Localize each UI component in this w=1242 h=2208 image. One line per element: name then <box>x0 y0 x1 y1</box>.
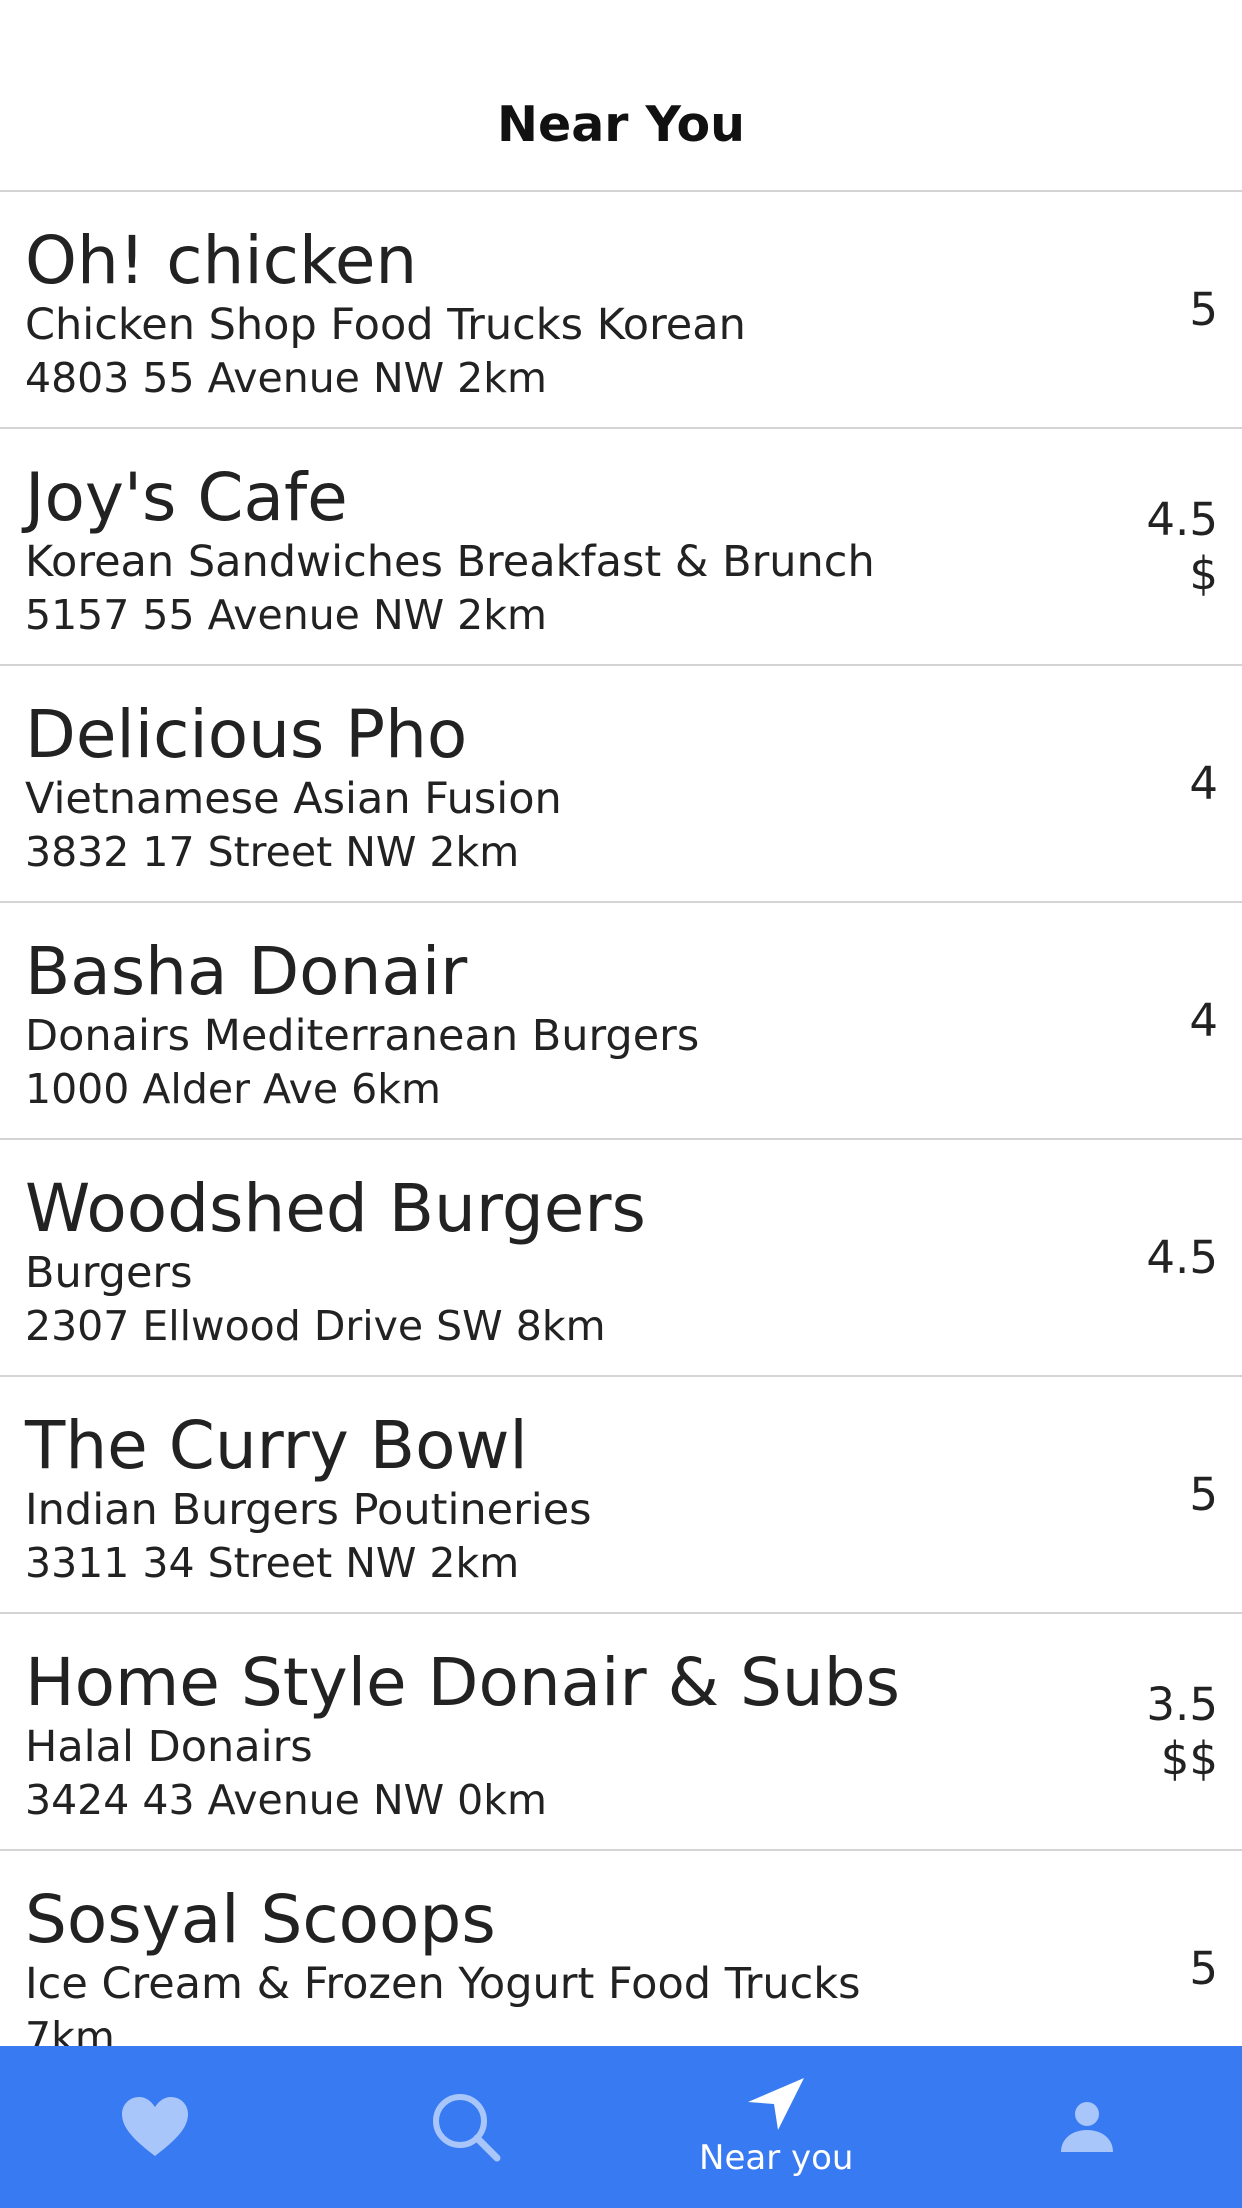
page-title: Near You <box>496 96 746 153</box>
restaurant-name: The Curry Bowl <box>25 1407 528 1484</box>
restaurant-address: 3311 34 Street NW 2km <box>25 1539 520 1587</box>
tab-near-you[interactable]: Near you <box>621 2046 932 2208</box>
rating-block: 4 <box>1058 666 1218 901</box>
tab-favorites[interactable] <box>0 2046 311 2208</box>
restaurant-categories: Korean Sandwiches Breakfast & Brunch <box>25 537 875 587</box>
list-item[interactable]: Woodshed Burgers Burgers 2307 Ellwood Dr… <box>0 1140 1242 1377</box>
restaurant-name: Oh! chicken <box>25 222 418 299</box>
restaurant-address: 7km <box>25 2013 115 2046</box>
restaurant-categories: Chicken Shop Food Trucks Korean <box>25 300 746 350</box>
restaurant-name: Basha Donair <box>25 933 468 1010</box>
restaurant-name: Sosyal Scoops <box>25 1881 496 1958</box>
rating-block: 4.5 $ <box>1058 429 1218 664</box>
restaurant-address: 2307 Ellwood Drive SW 8km <box>25 1302 606 1350</box>
restaurant-categories: Halal Donairs <box>25 1722 313 1772</box>
restaurant-categories: Indian Burgers Poutineries <box>25 1485 592 1535</box>
restaurant-rating: 4 <box>1189 993 1218 1047</box>
restaurant-name: Delicious Pho <box>25 696 468 773</box>
search-icon <box>432 2094 501 2162</box>
restaurant-address: 4803 55 Avenue NW 2km <box>25 354 547 402</box>
restaurant-name: Joy's Cafe <box>25 459 348 536</box>
restaurant-address: 3424 43 Avenue NW 0km <box>25 1776 547 1824</box>
restaurant-rating: 4.5 <box>1146 492 1218 546</box>
rating-block: 5 <box>1058 1851 1218 2046</box>
location-arrow-icon <box>748 2078 805 2130</box>
list-item[interactable]: The Curry Bowl Indian Burgers Poutinerie… <box>0 1377 1242 1614</box>
restaurant-rating: 5 <box>1189 282 1218 336</box>
restaurant-rating: 4 <box>1189 756 1218 810</box>
rating-block: 5 <box>1058 1377 1218 1612</box>
restaurant-rating: 4.5 <box>1146 1230 1218 1284</box>
tab-profile[interactable] <box>932 2046 1242 2208</box>
list-item[interactable]: Delicious Pho Vietnamese Asian Fusion 38… <box>0 666 1242 903</box>
list-item[interactable]: Sosyal Scoops Ice Cream & Frozen Yogurt … <box>0 1851 1242 2046</box>
restaurant-rating: 3.5 <box>1146 1677 1218 1731</box>
restaurant-categories: Burgers <box>25 1248 193 1298</box>
tab-bar: Near you <box>0 2046 1242 2208</box>
rating-block: 4 <box>1058 903 1218 1138</box>
heart-icon <box>122 2097 189 2156</box>
rating-block: 4.5 <box>1058 1140 1218 1375</box>
restaurant-name: Home Style Donair & Subs <box>25 1644 901 1721</box>
restaurant-address: 3832 17 Street NW 2km <box>25 828 520 876</box>
list-item[interactable]: Joy's Cafe Korean Sandwiches Breakfast &… <box>0 429 1242 666</box>
tab-label: Near you <box>699 2138 854 2178</box>
tab-search[interactable] <box>311 2046 622 2208</box>
restaurant-rating: 5 <box>1189 1467 1218 1521</box>
restaurant-categories: Vietnamese Asian Fusion <box>25 774 562 824</box>
restaurant-name: Woodshed Burgers <box>25 1170 646 1247</box>
rating-block: 5 <box>1058 192 1218 427</box>
rating-block: 3.5 $$ <box>1058 1614 1218 1849</box>
list-item[interactable]: Basha Donair Donairs Mediterranean Burge… <box>0 903 1242 1140</box>
restaurant-categories: Ice Cream & Frozen Yogurt Food Trucks <box>25 1959 861 2009</box>
restaurant-categories: Donairs Mediterranean Burgers <box>25 1011 700 1061</box>
person-icon <box>1060 2102 1113 2152</box>
restaurant-price: $$ <box>1160 1731 1218 1785</box>
restaurant-price: $ <box>1189 546 1218 600</box>
list-item[interactable]: Home Style Donair & Subs Halal Donairs 3… <box>0 1614 1242 1851</box>
navigation-bar: Near You <box>0 0 1242 192</box>
restaurant-address: 5157 55 Avenue NW 2km <box>25 591 547 639</box>
restaurant-list[interactable]: Oh! chicken Chicken Shop Food Trucks Kor… <box>0 192 1242 2046</box>
restaurant-rating: 5 <box>1189 1941 1218 1995</box>
restaurant-address: 1000 Alder Ave 6km <box>25 1065 441 1113</box>
list-item[interactable]: Oh! chicken Chicken Shop Food Trucks Kor… <box>0 192 1242 429</box>
